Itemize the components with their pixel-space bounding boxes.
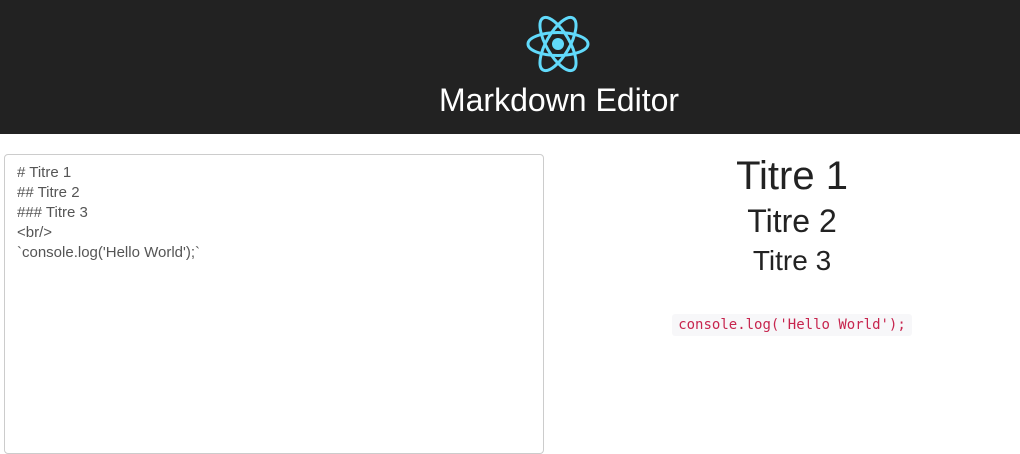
app-title: Markdown Editor — [438, 82, 680, 118]
preview-inline-code: console.log('Hello World'); — [672, 314, 912, 336]
preview-heading-2: Titre 2 — [747, 203, 837, 239]
markdown-preview: Titre 1 Titre 2 Titre 3 console.log('Hel… — [564, 140, 1020, 336]
markdown-input[interactable] — [4, 154, 544, 454]
react-logo-icon — [526, 15, 590, 73]
preview-heading-3: Titre 3 — [752, 245, 832, 276]
preview-code-block: console.log('Hello World'); — [564, 314, 1020, 336]
preview-heading-1: Titre 1 — [736, 154, 848, 198]
app-header: Markdown Editor — [0, 0, 1020, 134]
